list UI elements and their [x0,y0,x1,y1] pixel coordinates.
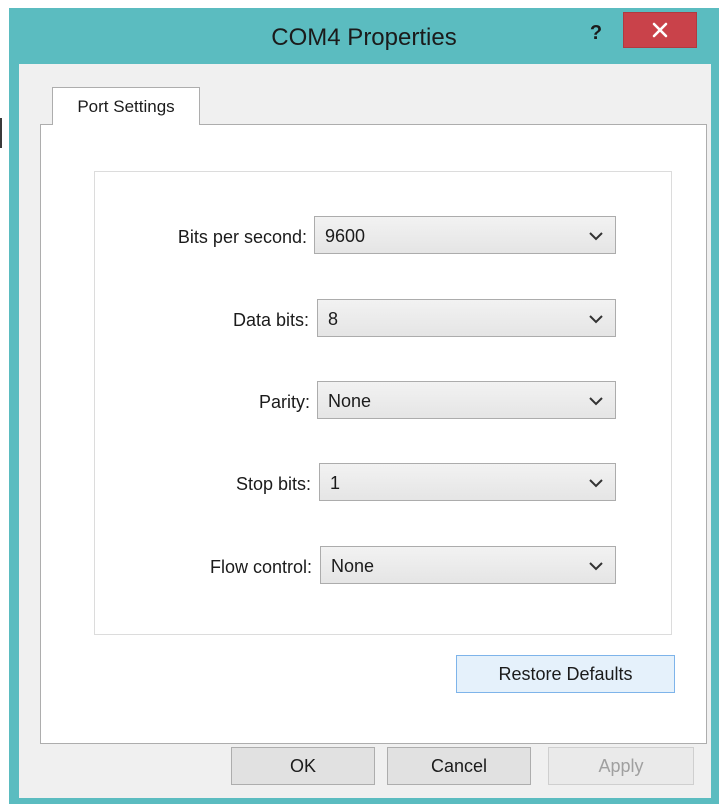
close-icon [652,22,668,38]
bits-per-second-value: 9600 [325,226,366,246]
ok-button[interactable]: OK [231,747,375,785]
cancel-button[interactable]: Cancel [387,747,531,785]
tab-port-settings[interactable]: Port Settings [52,87,200,125]
stop-bits-select[interactable]: 1 [319,463,616,501]
flow-control-label: Flow control: [209,557,312,577]
chevron-down-icon [589,562,603,571]
chevron-down-icon [589,315,603,324]
desktop-edge-mark [0,118,2,148]
flow-control-value: None [331,556,375,576]
title-bar[interactable]: COM4 Properties ? [9,8,719,64]
chevron-down-icon [589,479,603,488]
restore-defaults-button[interactable]: Restore Defaults [456,655,675,693]
bits-per-second-label: Bits per second: [177,227,307,247]
data-bits-label: Data bits: [232,310,309,330]
chevron-down-icon [589,232,603,241]
apply-button[interactable]: Apply [548,747,694,785]
help-button[interactable]: ? [575,18,617,48]
stop-bits-value: 1 [330,473,341,493]
dialog-body: Port Settings Bits per second: 9600 Data… [19,64,711,798]
stop-bits-label: Stop bits: [235,474,311,494]
port-settings-page: Bits per second: 9600 Data bits: 8 Parit… [40,124,707,744]
desktop-corner-mark [676,0,716,6]
data-bits-value: 8 [328,309,339,329]
com4-properties-window: COM4 Properties ? Port Settings Bits per… [9,8,719,804]
parity-value: None [328,391,372,411]
chevron-down-icon [589,397,603,406]
data-bits-select[interactable]: 8 [317,299,616,337]
flow-control-select[interactable]: None [320,546,616,584]
parity-label: Parity: [258,392,310,412]
close-button[interactable] [623,12,697,48]
settings-group: Bits per second: 9600 Data bits: 8 Parit… [94,171,672,635]
parity-select[interactable]: None [317,381,616,419]
bits-per-second-select[interactable]: 9600 [314,216,616,254]
